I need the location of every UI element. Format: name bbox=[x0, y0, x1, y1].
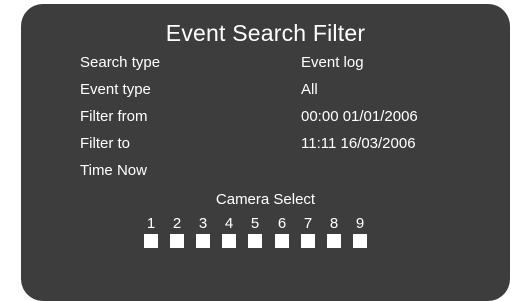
camera-number: 2 bbox=[172, 215, 182, 232]
camera-number: 7 bbox=[303, 215, 313, 232]
event-type-value[interactable]: All bbox=[301, 81, 318, 98]
camera-4[interactable]: 4 bbox=[221, 215, 237, 248]
camera-9[interactable]: 9 bbox=[352, 215, 368, 248]
camera-number: 5 bbox=[250, 215, 260, 232]
camera-5[interactable]: 5 bbox=[247, 215, 263, 248]
camera-number: 6 bbox=[277, 215, 287, 232]
camera-1[interactable]: 1 bbox=[143, 215, 159, 248]
camera-7[interactable]: 7 bbox=[300, 215, 316, 248]
camera-checkbox[interactable] bbox=[275, 234, 289, 248]
field-label: Event type bbox=[80, 81, 151, 98]
field-label: Filter to bbox=[80, 135, 131, 152]
camera-3[interactable]: 3 bbox=[195, 215, 211, 248]
camera-number: 8 bbox=[329, 215, 339, 232]
camera-6[interactable]: 6 bbox=[274, 215, 290, 248]
field-filter-from[interactable]: Filter from 00:00 01/01/2006 bbox=[80, 108, 500, 128]
filter-from-value[interactable]: 00:00 01/01/2006 bbox=[301, 108, 418, 125]
camera-checkbox[interactable] bbox=[170, 234, 184, 248]
event-search-filter-panel: Event Search Filter Search type Event lo… bbox=[21, 4, 510, 301]
search-type-value[interactable]: Event log bbox=[301, 54, 364, 71]
camera-8[interactable]: 8 bbox=[326, 215, 342, 248]
field-search-type[interactable]: Search type Event log bbox=[80, 54, 500, 74]
camera-2[interactable]: 2 bbox=[169, 215, 185, 248]
field-label: Search type bbox=[80, 54, 161, 71]
camera-checkbox[interactable] bbox=[222, 234, 236, 248]
camera-checkbox[interactable] bbox=[353, 234, 367, 248]
camera-number: 9 bbox=[355, 215, 365, 232]
field-event-type[interactable]: Event type All bbox=[80, 81, 500, 101]
field-label: Filter from bbox=[80, 108, 148, 125]
camera-checkbox[interactable] bbox=[196, 234, 210, 248]
camera-number: 4 bbox=[224, 215, 234, 232]
camera-checkbox[interactable] bbox=[248, 234, 262, 248]
camera-checkbox[interactable] bbox=[301, 234, 315, 248]
camera-checkbox[interactable] bbox=[327, 234, 341, 248]
camera-number: 1 bbox=[146, 215, 156, 232]
camera-select-label: Camera Select bbox=[215, 191, 316, 208]
field-label: Time Now bbox=[80, 162, 147, 179]
filter-to-value[interactable]: 11:11 16/03/2006 bbox=[301, 135, 416, 152]
field-time-now[interactable]: Time Now bbox=[80, 162, 500, 182]
panel-title: Event Search Filter bbox=[165, 20, 366, 46]
camera-checkbox[interactable] bbox=[144, 234, 158, 248]
field-filter-to[interactable]: Filter to 11:11 16/03/2006 bbox=[80, 135, 500, 155]
camera-number: 3 bbox=[198, 215, 208, 232]
